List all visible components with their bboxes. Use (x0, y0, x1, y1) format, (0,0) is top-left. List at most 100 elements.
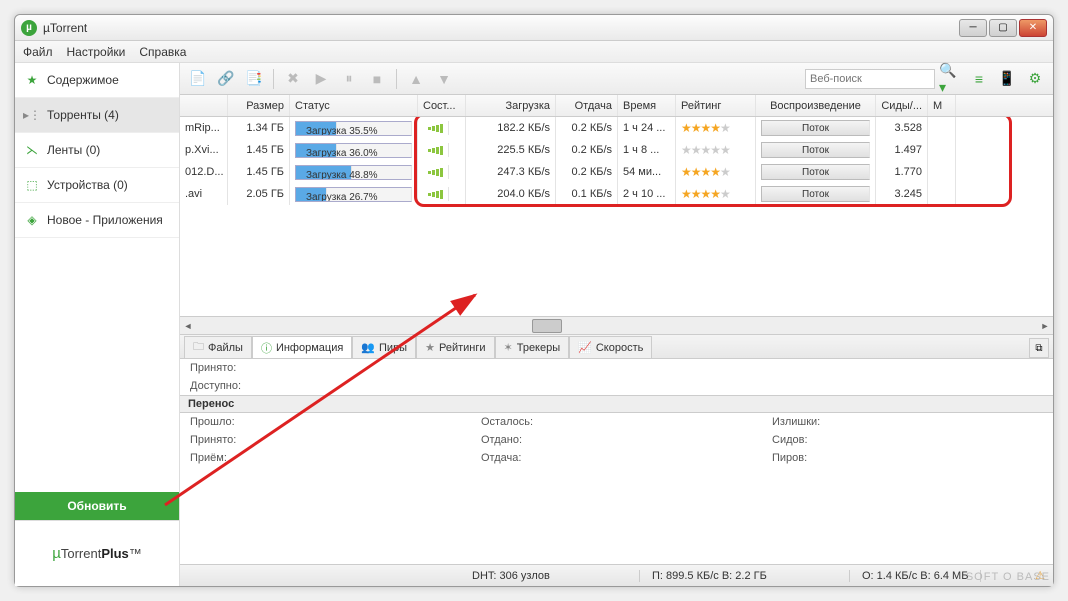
window-title: µTorrent (43, 21, 959, 35)
scroll-thumb[interactable] (532, 319, 562, 333)
sidebar-item-content[interactable]: ★ Содержимое (15, 63, 179, 98)
sidebar-item-label: Ленты (0) (47, 143, 100, 157)
info-section-transfer: Перенос (180, 395, 1053, 413)
move-down-button[interactable]: ▼ (432, 67, 456, 91)
toolbar-separator (273, 69, 274, 89)
detail-tabs: 🗀Файлы ⓘИнформация 👥Пиры ★Рейтинги ✶Трек… (180, 335, 1053, 359)
sidebar-item-devices[interactable]: ⬚ Устройства (0) (15, 168, 179, 203)
stream-button[interactable]: Поток (761, 164, 870, 180)
info-received-label: Принято: (190, 362, 270, 374)
col-seeds[interactable]: Сиды/... (876, 95, 928, 116)
torrent-grid: Размер Статус Сост... Загрузка Отдача Вр… (180, 95, 1053, 335)
tab-peers[interactable]: 👥Пиры (352, 336, 416, 358)
scroll-right-arrow[interactable]: ► (1037, 321, 1053, 331)
main-panel: 📄 🔗 📑 ✖ ▶ ⏸ ■ ▲ ▼ 🔍▾ ≡ 📱 ⚙ (180, 63, 1053, 586)
grid-header: Размер Статус Сост... Загрузка Отдача Вр… (180, 95, 1053, 117)
info-surplus-label: Излишки: (772, 416, 852, 428)
info-given-label: Отдано: (481, 434, 561, 446)
add-url-button[interactable]: 🔗 (214, 67, 238, 91)
col-rating[interactable]: Рейтинг (676, 95, 756, 116)
col-m[interactable]: М (928, 95, 956, 116)
stream-button[interactable]: Поток (761, 186, 870, 202)
watermark: SOFT O BASE (966, 571, 1050, 583)
sidebar-item-feeds[interactable]: ⋋ Ленты (0) (15, 133, 179, 168)
menubar: Файл Настройки Справка (15, 41, 1053, 63)
folder-icon: 🗀 (193, 338, 204, 357)
info-recv-label: Приём: (190, 452, 270, 464)
titlebar: µ µTorrent ─ ▢ ✕ (15, 15, 1053, 41)
minimize-button[interactable]: ─ (959, 19, 987, 37)
table-row[interactable]: p.Xvi...1.45 ГБЗагрузка 36.0%225.5 КБ/s0… (180, 139, 1053, 161)
col-health[interactable]: Сост... (418, 95, 466, 116)
utorrent-plus-promo[interactable]: µTorrentPlus™ (15, 520, 179, 586)
info-elapsed-label: Прошло: (190, 416, 270, 428)
sidebar-item-label: Новое - Приложения (47, 213, 163, 227)
tab-options-button[interactable]: ⧉ (1029, 338, 1049, 358)
update-button[interactable]: Обновить (15, 492, 179, 520)
info-seeds-label: Сидов: (772, 434, 852, 446)
remote-button[interactable]: 📱 (995, 67, 1019, 91)
start-button[interactable]: ▶ (309, 67, 333, 91)
status-down: П: 899.5 КБ/с В: 2.2 ГБ (640, 570, 850, 582)
stream-button[interactable]: Поток (761, 120, 870, 136)
tab-trackers[interactable]: ✶Трекеры (495, 336, 570, 358)
maximize-button[interactable]: ▢ (989, 19, 1017, 37)
scroll-left-arrow[interactable]: ◄ (180, 321, 196, 331)
device-icon: ⬚ (25, 178, 39, 192)
close-button[interactable]: ✕ (1019, 19, 1047, 37)
menu-help[interactable]: Справка (139, 45, 186, 59)
torrent-icon: ▸⋮ (25, 108, 39, 122)
horizontal-scrollbar[interactable]: ◄ ► (180, 316, 1053, 334)
col-upload[interactable]: Отдача (556, 95, 618, 116)
info-remaining-label: Осталось: (481, 416, 561, 428)
toolbar: 📄 🔗 📑 ✖ ▶ ⏸ ■ ▲ ▼ 🔍▾ ≡ 📱 ⚙ (180, 63, 1053, 95)
grid-rows: mRip...1.34 ГБЗагрузка 35.5%182.2 КБ/s0.… (180, 117, 1053, 316)
app-icon-small: ◈ (25, 213, 39, 227)
col-status[interactable]: Статус (290, 95, 418, 116)
tab-speed[interactable]: 📈Скорость (569, 336, 652, 358)
menu-file[interactable]: Файл (23, 45, 53, 59)
peers-icon: 👥 (361, 341, 375, 354)
app-icon: µ (21, 20, 37, 36)
pause-button[interactable]: ⏸ (337, 67, 361, 91)
info-give-label: Отдача: (481, 452, 561, 464)
table-row[interactable]: 012.D...1.45 ГБЗагрузка 48.8%247.3 КБ/s0… (180, 161, 1053, 183)
col-time[interactable]: Время (618, 95, 676, 116)
sidebar-item-label: Содержимое (47, 73, 119, 87)
info-icon: ⓘ (261, 340, 272, 356)
statusbar: DHT: 306 узлов П: 899.5 КБ/с В: 2.2 ГБ О… (180, 564, 1053, 586)
add-torrent-button[interactable]: 📄 (186, 67, 210, 91)
app-window: µ µTorrent ─ ▢ ✕ Файл Настройки Справка … (14, 14, 1054, 587)
table-row[interactable]: mRip...1.34 ГБЗагрузка 35.5%182.2 КБ/s0.… (180, 117, 1053, 139)
tab-info[interactable]: ⓘИнформация (252, 336, 352, 358)
list-view-button[interactable]: ≡ (967, 67, 991, 91)
sidebar-item-label: Торренты (4) (47, 108, 119, 122)
move-up-button[interactable]: ▲ (404, 67, 428, 91)
toolbar-separator (396, 69, 397, 89)
col-playback[interactable]: Воспроизведение (756, 95, 876, 116)
table-row[interactable]: .avi2.05 ГБЗагрузка 26.7%204.0 КБ/s0.1 К… (180, 183, 1053, 205)
tracker-icon: ✶ (504, 341, 513, 354)
settings-button[interactable]: ⚙ (1023, 67, 1047, 91)
col-name[interactable] (180, 95, 228, 116)
rating-icon: ★ (425, 341, 435, 354)
status-dht: DHT: 306 узлов (460, 570, 640, 582)
status-up: О: 1.4 КБ/с В: 6.4 МБ (850, 570, 981, 582)
col-size[interactable]: Размер (228, 95, 290, 116)
sidebar-item-apps[interactable]: ◈ Новое - Приложения (15, 203, 179, 238)
stop-button[interactable]: ■ (365, 67, 389, 91)
col-download[interactable]: Загрузка (466, 95, 556, 116)
info-received2-label: Принято: (190, 434, 270, 446)
search-input[interactable] (805, 69, 935, 89)
search-button[interactable]: 🔍▾ (939, 67, 963, 91)
feed-icon: ⋋ (25, 143, 39, 157)
menu-settings[interactable]: Настройки (67, 45, 126, 59)
tab-files[interactable]: 🗀Файлы (184, 336, 252, 358)
sidebar-item-torrents[interactable]: ▸⋮ Торренты (4) (15, 98, 179, 133)
remove-button[interactable]: ✖ (281, 67, 305, 91)
create-torrent-button[interactable]: 📑 (242, 67, 266, 91)
stream-button[interactable]: Поток (761, 142, 870, 158)
speed-icon: 📈 (578, 341, 592, 354)
sidebar-item-label: Устройства (0) (47, 178, 128, 192)
tab-ratings[interactable]: ★Рейтинги (416, 336, 494, 358)
